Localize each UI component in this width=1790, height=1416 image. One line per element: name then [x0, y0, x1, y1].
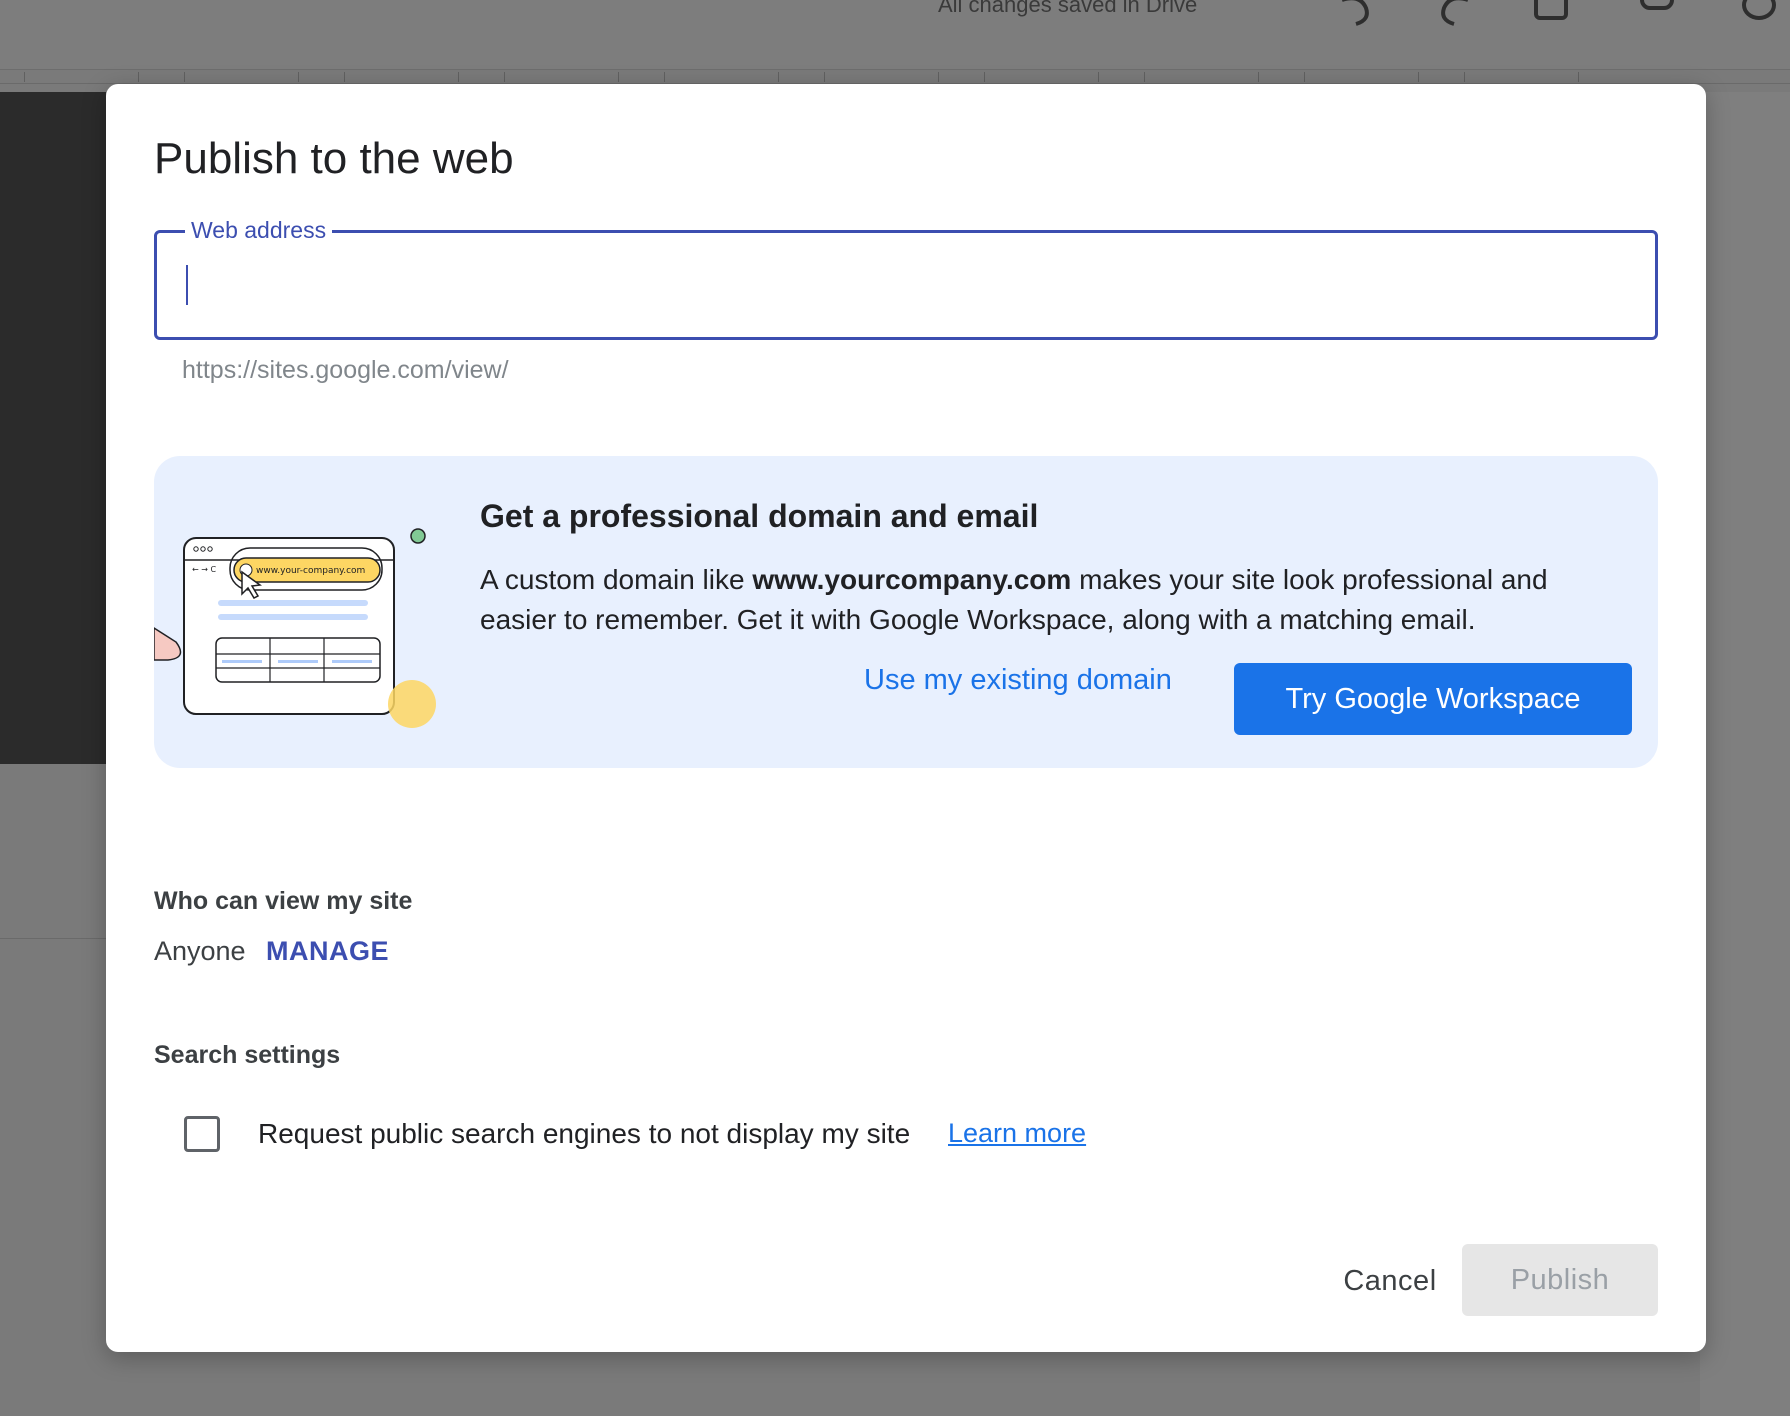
- workspace-promo-card: ← → C www.your-company.com Get a profess…: [154, 456, 1658, 768]
- link-icon: [1640, 0, 1674, 10]
- web-address-input[interactable]: [183, 263, 1623, 307]
- viewer-access-value: Anyone: [154, 936, 246, 966]
- ruler: [0, 70, 1790, 84]
- divider: [0, 938, 106, 939]
- save-status: All changes saved in Drive: [938, 0, 1198, 17]
- page-header-image: [0, 92, 106, 764]
- app-topbar: All changes saved in Drive: [0, 0, 1790, 70]
- preview-icon: [1534, 0, 1568, 20]
- side-panel: [1700, 92, 1790, 1416]
- cancel-button[interactable]: Cancel: [1318, 1246, 1462, 1316]
- illustration-url: www.your-company.com: [256, 566, 365, 576]
- use-existing-domain-button[interactable]: Use my existing domain: [864, 664, 1172, 697]
- search-settings-heading: Search settings: [154, 1041, 341, 1069]
- publish-button[interactable]: Publish: [1462, 1244, 1658, 1316]
- try-google-workspace-button[interactable]: Try Google Workspace: [1234, 663, 1632, 735]
- publish-dialog: Publish to the web Web address https://s…: [106, 84, 1706, 1352]
- svg-text:← → C: ← → C: [192, 565, 216, 574]
- domain-illustration: ← → C www.your-company.com: [154, 528, 436, 728]
- hide-from-search-checkbox[interactable]: [184, 1116, 220, 1152]
- manage-access-link[interactable]: MANAGE: [266, 936, 389, 967]
- text-caret: [186, 265, 188, 305]
- promo-text-start: A custom domain like: [480, 564, 753, 595]
- hide-from-search-label[interactable]: Request public search engines to not dis…: [258, 1118, 910, 1150]
- undo-icon: [1330, 0, 1369, 26]
- who-can-view-heading: Who can view my site: [154, 887, 413, 915]
- promo-title: Get a professional domain and email: [480, 498, 1039, 534]
- promo-domain-example: www.yourcompany.com: [752, 564, 1072, 595]
- share-icon: [1742, 0, 1776, 20]
- web-address-field[interactable]: Web address: [154, 217, 1658, 340]
- web-address-hint: https://sites.google.com/view/: [182, 356, 509, 384]
- redo-icon: [1432, 0, 1468, 26]
- learn-more-link[interactable]: Learn more: [948, 1118, 1086, 1149]
- promo-description: A custom domain like www.yourcompany.com…: [480, 560, 1600, 640]
- web-address-label: Web address: [185, 217, 333, 244]
- dialog-title: Publish to the web: [154, 134, 514, 183]
